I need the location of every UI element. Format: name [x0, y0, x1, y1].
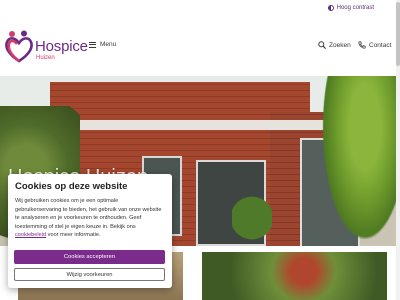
- cookie-banner-title: Cookies op deze website: [15, 181, 128, 192]
- entrance-canopy: [54, 120, 331, 130]
- menu-label: Menu: [100, 41, 117, 48]
- utility-bar: Hoog contrast: [0, 0, 400, 20]
- contrast-icon: [327, 5, 334, 11]
- search-icon: [318, 41, 326, 49]
- site-header: Hospice Huizen Menu Zoeken Contact: [0, 20, 400, 77]
- cookie-banner: Cookies op deze website Wij gebruiken co…: [8, 174, 172, 288]
- site-logo[interactable]: Hospice Huizen: [4, 30, 104, 70]
- foliage-right: [320, 76, 400, 246]
- scrollbar-thumb[interactable]: [396, 2, 400, 66]
- high-contrast-toggle[interactable]: Hoog contrast: [327, 5, 374, 11]
- search-label: Zoeken: [329, 41, 351, 49]
- cookie-policy-link[interactable]: cookiebeleid: [15, 232, 46, 238]
- accept-cookies-button[interactable]: Cookies accepteren: [14, 250, 165, 264]
- menu-button[interactable]: Menu: [89, 41, 116, 48]
- phone-icon: [358, 41, 366, 49]
- page-scrollbar[interactable]: [396, 0, 400, 300]
- logo-hearts-icon: [5, 30, 33, 63]
- logo-subtitle: Huizen: [36, 55, 55, 61]
- cookie-text-outro: voor meer informatie.: [46, 232, 101, 239]
- hamburger-icon: [89, 41, 96, 48]
- change-preferences-button[interactable]: Wijzig voorkeuren: [14, 268, 165, 281]
- content-card-image-flowers[interactable]: [202, 252, 387, 300]
- cookie-banner-text: Wij gebruiken cookies om je een optimale…: [15, 197, 165, 240]
- contact-button[interactable]: Contact: [358, 41, 391, 49]
- cookie-text-intro: Wij gebruiken cookies om je een optimale…: [15, 198, 162, 230]
- search-button[interactable]: Zoeken: [318, 41, 351, 49]
- entrance-plant: [232, 176, 272, 246]
- high-contrast-label: Hoog contrast: [336, 5, 374, 11]
- contact-label: Contact: [369, 41, 392, 49]
- logo-wordmark: Hospice: [35, 38, 88, 55]
